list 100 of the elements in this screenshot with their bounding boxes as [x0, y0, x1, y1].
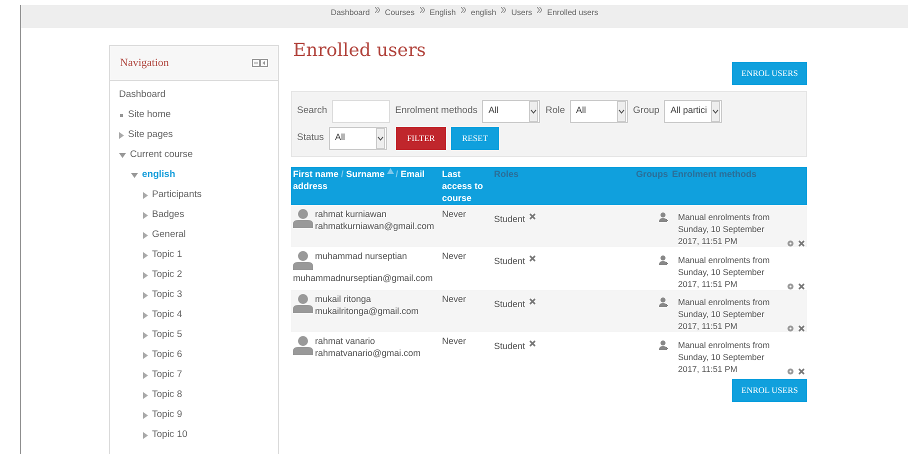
nav-item[interactable]: Participants	[152, 188, 202, 202]
breadcrumb-link[interactable]: Dashboard	[330, 7, 370, 19]
field-label: Role	[545, 104, 566, 118]
nav-item[interactable]: Badges	[152, 208, 184, 222]
add-group-icon[interactable]	[659, 340, 668, 350]
enrolment-text: Manual enrolments from Sunday, 10 September 2017, 11:51 PM	[678, 254, 771, 290]
field-label: Group	[633, 104, 660, 118]
nav-item[interactable]: english	[142, 168, 176, 182]
remove-icon[interactable]	[529, 212, 536, 220]
separator-icon	[537, 7, 542, 13]
breadcrumb-current: Enrolled users	[547, 7, 598, 19]
select-field[interactable]: All	[482, 100, 540, 123]
select-field[interactable]: All	[570, 100, 628, 123]
enrolment-text: Manual enrolments from Sunday, 10 September 2017, 11:51 PM	[678, 211, 771, 248]
expanded-arrow-icon[interactable]	[131, 172, 138, 178]
column-header: Roles	[494, 168, 520, 180]
last-access-cell-text: Never	[441, 250, 468, 264]
collapsed-arrow-icon[interactable]	[143, 332, 148, 338]
add-group-icon[interactable]	[659, 297, 668, 308]
last-access-cell-text: Never	[441, 292, 468, 306]
page-title: Enrolled users	[293, 40, 427, 62]
breadcrumb-link[interactable]: Courses	[384, 7, 415, 19]
separator-icon	[420, 7, 425, 13]
dropdown-caret-icon	[711, 100, 720, 122]
role-label: Student	[494, 255, 526, 268]
remove-icon[interactable]	[798, 368, 805, 375]
settings-icon[interactable]	[787, 282, 794, 290]
collapsed-arrow-icon[interactable]	[143, 192, 148, 198]
dropdown-caret-icon	[529, 100, 538, 122]
select-field[interactable]: All partici	[664, 100, 722, 123]
nav-item[interactable]: Topic 3	[152, 288, 182, 302]
enrol-users-button[interactable]: ENROL USERS	[732, 378, 807, 402]
settings-icon[interactable]	[787, 325, 794, 332]
dock-icon[interactable]	[252, 59, 268, 67]
field-label: Search	[297, 104, 328, 118]
nav-item[interactable]: General	[152, 228, 186, 242]
collapsed-arrow-icon[interactable]	[143, 212, 148, 218]
enrol-users-button[interactable]: ENROL USERS	[732, 62, 807, 85]
nav-item[interactable]: Topic 5	[152, 328, 182, 342]
column-header: Groups	[634, 168, 668, 180]
remove-icon[interactable]	[798, 240, 805, 248]
separator-icon	[460, 7, 466, 13]
sort-icon[interactable]	[386, 168, 394, 174]
collapsed-arrow-icon[interactable]	[143, 232, 148, 238]
select-field[interactable]: All	[328, 126, 387, 150]
collapsed-arrow-icon[interactable]	[143, 252, 148, 258]
collapsed-arrow-icon[interactable]	[143, 392, 148, 398]
collapsed-arrow-icon[interactable]	[143, 312, 148, 318]
collapsed-arrow-icon[interactable]	[143, 432, 148, 438]
user-name[interactable]: rahmat kurniawan	[315, 208, 435, 220]
last-access-cell-text: Never	[441, 335, 468, 348]
bullet-icon	[119, 112, 124, 118]
collapsed-arrow-icon[interactable]	[143, 412, 148, 418]
user-email: muhammadnurseptian@gmail.com	[293, 272, 433, 286]
collapsed-arrow-icon[interactable]	[143, 292, 148, 298]
remove-icon[interactable]	[529, 298, 536, 305]
settings-icon[interactable]	[787, 368, 794, 375]
collapsed-arrow-icon[interactable]	[143, 352, 148, 358]
column-header[interactable]: Last access to course	[442, 168, 490, 204]
settings-icon[interactable]	[787, 240, 794, 248]
add-group-icon[interactable]	[659, 254, 668, 265]
nav-item[interactable]: Topic 6	[152, 348, 182, 362]
remove-icon[interactable]	[529, 340, 536, 348]
nav-item[interactable]: Topic 10	[152, 428, 188, 442]
dropdown-caret-icon	[617, 100, 626, 122]
nav-item[interactable]: Topic 7	[152, 368, 182, 382]
column-header[interactable]: First name / Surname / Email address	[293, 168, 438, 192]
remove-icon[interactable]	[529, 255, 536, 262]
nav-item[interactable]: Topic 1	[152, 248, 182, 262]
user-name[interactable]: muhammad nurseptian	[315, 250, 415, 262]
nav-item[interactable]: Current course	[130, 148, 193, 162]
role-label: Student	[494, 340, 526, 352]
nav-item[interactable]: Dashboard	[119, 88, 166, 102]
reset-button[interactable]: RESET	[450, 126, 499, 150]
avatar-icon	[293, 335, 313, 356]
collapsed-arrow-icon[interactable]	[143, 372, 148, 378]
remove-icon[interactable]	[798, 325, 805, 332]
nav-item[interactable]: Topic 2	[152, 268, 182, 282]
add-group-icon[interactable]	[659, 212, 668, 222]
nav-item[interactable]: Topic 8	[152, 388, 182, 402]
breadcrumb-link[interactable]: english	[470, 7, 496, 19]
nav-item[interactable]: Site home	[128, 108, 171, 122]
user-name[interactable]: mukail ritonga	[315, 292, 435, 305]
collapsed-arrow-icon[interactable]	[143, 272, 148, 278]
filter-button[interactable]: FILTER	[396, 126, 446, 150]
avatar-icon	[293, 208, 313, 228]
breadcrumb-link[interactable]: Users	[511, 7, 532, 19]
expanded-arrow-icon[interactable]	[119, 152, 126, 158]
breadcrumb-link[interactable]: English	[430, 7, 456, 19]
nav-item[interactable]: Topic 4	[152, 308, 182, 322]
collapsed-arrow-icon[interactable]	[119, 132, 124, 138]
nav-item[interactable]: Site pages	[128, 128, 173, 142]
user-name[interactable]: rahmat vanario	[315, 335, 435, 348]
search-field[interactable]	[332, 100, 390, 123]
nav-item[interactable]: Topic 9	[152, 408, 182, 422]
remove-icon[interactable]	[798, 282, 805, 290]
field-label: Status	[297, 130, 324, 145]
separator-icon	[501, 7, 506, 13]
enrolment-text: Manual enrolments from Sunday, 10 September 2017, 11:51 PM	[678, 296, 771, 332]
column-header: Enrolment methods	[672, 168, 758, 180]
